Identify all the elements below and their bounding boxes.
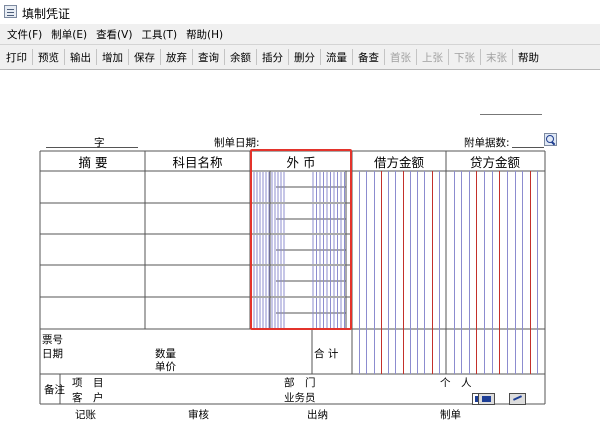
bookkeeping-label: 记账 — [75, 409, 96, 421]
remarks-label: 备注 — [44, 384, 65, 396]
preparer-label: 制单 — [440, 409, 461, 421]
entry-cell-summary[interactable] — [41, 235, 144, 264]
entry-cell-credit[interactable] — [447, 235, 544, 264]
review-label: 审核 — [188, 409, 209, 421]
entry-cell-debit[interactable] — [353, 235, 445, 264]
date-label: 日期 — [42, 348, 63, 360]
cashier-label: 出纳 — [307, 409, 328, 421]
column-header-debit: 借方金额 — [373, 155, 424, 170]
customer-label: 客 户 — [72, 392, 104, 404]
salesperson-label: 业务员 — [284, 392, 316, 404]
unit-price-label: 单价 — [155, 361, 176, 373]
column-header-credit: 贷方金额 — [469, 155, 520, 170]
entry-cell-credit[interactable] — [447, 172, 544, 202]
entry-cell-account[interactable] — [146, 266, 249, 296]
entry-cell-debit[interactable] — [353, 172, 445, 202]
entry-cell-summary[interactable] — [41, 204, 144, 233]
entry-cell-credit[interactable] — [447, 298, 544, 328]
entry-cell-account[interactable] — [146, 235, 249, 264]
foreign-currency-highlight — [250, 149, 352, 330]
ticket-number-label: 票号 — [42, 334, 63, 346]
image-icon[interactable] — [478, 393, 495, 405]
entry-cell-summary[interactable] — [41, 266, 144, 296]
entry-cell-summary[interactable] — [41, 298, 144, 328]
entry-cell-debit[interactable] — [353, 204, 445, 233]
entry-cell-account[interactable] — [146, 204, 249, 233]
total-label: 合 计 — [314, 348, 339, 360]
entry-cell-credit[interactable] — [447, 266, 544, 296]
edit-icon[interactable] — [509, 393, 526, 405]
column-header-summary: 摘 要 — [78, 155, 108, 170]
entry-cell-account[interactable] — [146, 172, 249, 202]
department-label: 部 门 — [284, 377, 316, 389]
individual-label: 个 人 — [440, 377, 472, 389]
entry-cell-credit[interactable] — [447, 204, 544, 233]
entry-cell-debit[interactable] — [353, 298, 445, 328]
column-header-account: 科目名称 — [172, 155, 223, 170]
entry-cell-summary[interactable] — [41, 172, 144, 202]
entry-cell-debit[interactable] — [353, 266, 445, 296]
project-label: 项 目 — [72, 377, 104, 389]
entry-cell-account[interactable] — [146, 298, 249, 328]
